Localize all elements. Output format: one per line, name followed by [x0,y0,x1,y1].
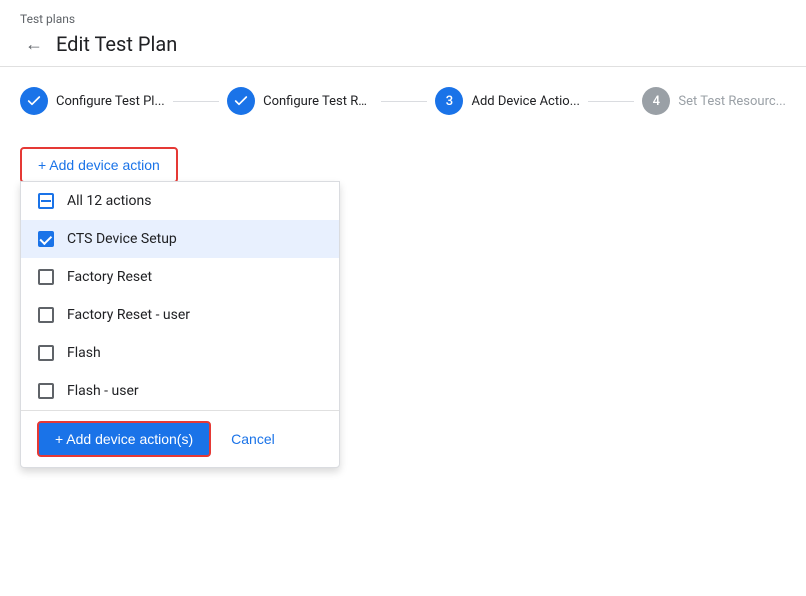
step-1-label: Configure Test Pl... [56,94,165,109]
cancel-button[interactable]: Cancel [227,423,279,455]
step-4-circle: 4 [642,87,670,115]
dropdown-list: All 12 actions CTS Device Setup [21,182,339,410]
stepper: Configure Test Pl... Configure Test Ru..… [0,67,806,131]
check-icon-2 [233,93,249,109]
step-4: 4 Set Test Resourc... [642,87,786,115]
item-5-label: Flash - user [67,383,139,399]
connector-3-4 [588,101,634,102]
dropdown-item-5[interactable]: Flash - user [21,372,339,410]
dropdown-item-1[interactable]: CTS Device Setup [21,220,339,258]
step-4-label: Set Test Resourc... [678,94,786,109]
item-4-label: Flash [67,345,101,361]
item-2-checkbox[interactable] [37,268,55,286]
back-button[interactable]: ← [20,30,48,58]
unchecked-checkbox-icon-2 [38,269,54,285]
unchecked-checkbox-icon-3 [38,307,54,323]
unchecked-checkbox-icon-4 [38,345,54,361]
dropdown-item-2[interactable]: Factory Reset [21,258,339,296]
add-device-actions-submit-button[interactable]: + Add device action(s) [37,421,211,457]
step-2-label: Configure Test Ru... [263,94,373,109]
title-row: ← Edit Test Plan [20,30,786,58]
step-2: Configure Test Ru... [227,87,373,115]
step-1: Configure Test Pl... [20,87,165,115]
item-2-label: Factory Reset [67,269,152,285]
item-3-label: Factory Reset - user [67,307,190,323]
step-2-circle [227,87,255,115]
page-container: Test plans ← Edit Test Plan Configure Te… [0,0,806,596]
all-actions-label: All 12 actions [67,193,152,209]
item-5-checkbox[interactable] [37,382,55,400]
cancel-label: Cancel [231,431,275,447]
dropdown-item-3[interactable]: Factory Reset - user [21,296,339,334]
connector-1-2 [173,101,219,102]
main-content: + Add device action All 12 actions [0,131,806,596]
indeterminate-checkbox-icon [38,193,54,209]
page-title: Edit Test Plan [56,32,177,56]
dropdown-item-4[interactable]: Flash [21,334,339,372]
unchecked-checkbox-icon-5 [38,383,54,399]
item-1-checkbox[interactable] [37,230,55,248]
step-3-label: Add Device Actio... [471,94,580,109]
header: Test plans ← Edit Test Plan [0,0,806,67]
step-1-circle [20,87,48,115]
breadcrumb: Test plans [20,12,786,26]
check-icon-1 [26,93,42,109]
add-device-action-button[interactable]: + Add device action [20,147,178,183]
dropdown-footer: + Add device action(s) Cancel [21,410,339,467]
dropdown-panel: All 12 actions CTS Device Setup [20,181,340,468]
item-3-checkbox[interactable] [37,306,55,324]
connector-2-3 [381,101,427,102]
step-3-circle: 3 [435,87,463,115]
checked-checkbox-icon-1 [38,231,54,247]
all-actions-checkbox[interactable] [37,192,55,210]
dropdown-container: + Add device action All 12 actions [20,147,178,183]
back-arrow-icon: ← [25,34,43,55]
item-4-checkbox[interactable] [37,344,55,362]
add-actions-btn-label: + Add device action(s) [55,431,193,447]
add-action-label: + Add device action [38,157,160,173]
all-actions-item[interactable]: All 12 actions [21,182,339,220]
item-1-label: CTS Device Setup [67,231,177,247]
step-3: 3 Add Device Actio... [435,87,580,115]
